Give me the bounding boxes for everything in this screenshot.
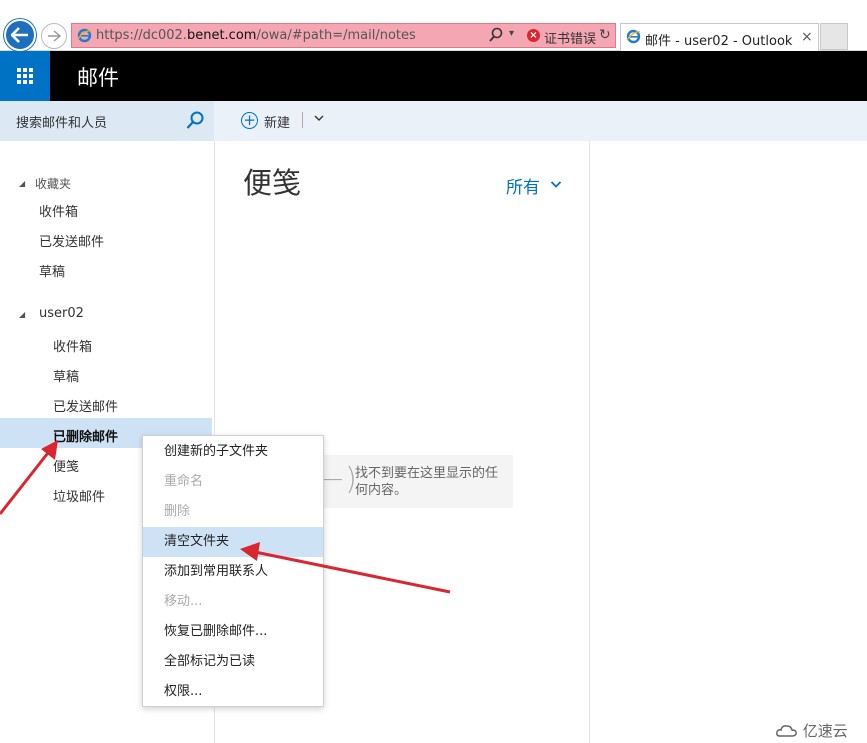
forward-button[interactable] bbox=[41, 23, 67, 49]
forward-arrow-icon bbox=[48, 30, 61, 42]
menu-item-rename: 重命名 bbox=[164, 474, 204, 489]
menu-item-recover-deleted[interactable]: 恢复已删除邮件... bbox=[143, 617, 323, 647]
favorites-item-inbox[interactable]: 收件箱 bbox=[39, 201, 78, 220]
refresh-icon[interactable]: ↻ bbox=[599, 27, 611, 43]
mailbox-header[interactable]: user02 bbox=[39, 306, 84, 321]
folder-sent[interactable]: 已发送邮件 bbox=[53, 396, 118, 415]
tab-title: 邮件 - user02 - Outlook bbox=[645, 34, 793, 49]
tab-close-icon[interactable]: × bbox=[801, 29, 813, 45]
back-arrow-icon bbox=[11, 27, 28, 43]
command-separator bbox=[302, 112, 303, 128]
back-button[interactable] bbox=[4, 19, 36, 51]
folder-inbox[interactable]: 收件箱 bbox=[53, 336, 92, 355]
collapse-triangle-icon[interactable]: ◢ bbox=[19, 179, 25, 188]
address-dropdown-icon[interactable]: ▾ bbox=[509, 28, 514, 39]
browser-toolbar: https://dc002.benet.com/owa/#path=/mail/… bbox=[0, 0, 867, 51]
address-bar[interactable]: https://dc002.benet.com/owa/#path=/mail/… bbox=[71, 23, 616, 48]
favorites-header[interactable]: 收藏夹 bbox=[35, 175, 71, 192]
watermark: 亿速云 bbox=[776, 720, 848, 741]
watermark-text: 亿速云 bbox=[802, 722, 848, 740]
app-title: 邮件 bbox=[77, 66, 119, 90]
folder-drafts[interactable]: 草稿 bbox=[53, 366, 79, 385]
url-text: https://dc002.benet.com/owa/#path=/mail/… bbox=[96, 28, 416, 43]
plus-icon: + bbox=[241, 112, 258, 129]
filter-dropdown[interactable]: 所有 bbox=[506, 173, 540, 198]
cert-error-label[interactable]: 证书错误 bbox=[544, 28, 596, 47]
folder-deleted[interactable]: 已删除邮件 bbox=[53, 426, 118, 445]
cert-error-icon[interactable]: × bbox=[527, 29, 540, 42]
menu-item-empty-folder[interactable]: 清空文件夹 bbox=[143, 527, 323, 557]
folder-notes[interactable]: 便笺 bbox=[53, 456, 79, 475]
browser-tab[interactable]: 邮件 - user02 - Outlook × bbox=[620, 23, 819, 51]
new-tab-button[interactable] bbox=[820, 23, 848, 50]
chevron-down-icon[interactable] bbox=[313, 113, 325, 123]
menu-item-delete: 删除 bbox=[164, 504, 191, 519]
collapse-triangle-icon[interactable]: ◢ bbox=[19, 310, 25, 319]
menu-item-add-to-favorites[interactable]: 添加到常用联系人 bbox=[143, 557, 323, 587]
menu-item-mark-all-read[interactable]: 全部标记为已读 bbox=[143, 647, 323, 677]
search-icon[interactable] bbox=[489, 27, 503, 43]
page-title: 便笺 bbox=[243, 166, 302, 200]
menu-item-move: 移动... bbox=[164, 594, 203, 609]
pane-divider bbox=[589, 141, 590, 743]
menu-item-permissions[interactable]: 权限... bbox=[143, 677, 323, 707]
new-button-label: 新建 bbox=[264, 116, 291, 131]
favorites-item-drafts[interactable]: 草稿 bbox=[39, 261, 65, 280]
waffle-icon bbox=[17, 68, 33, 84]
favorites-item-sent[interactable]: 已发送邮件 bbox=[39, 231, 104, 250]
folder-junk[interactable]: 垃圾邮件 bbox=[53, 486, 105, 505]
app-header: 邮件 bbox=[0, 51, 867, 101]
empty-state: −) 找不到要在这里显示的任何内容。 bbox=[310, 455, 513, 508]
chevron-down-icon[interactable] bbox=[550, 180, 562, 189]
menu-item-new-subfolder[interactable]: 创建新的子文件夹 bbox=[143, 437, 323, 467]
ie-logo-icon bbox=[626, 29, 641, 44]
search-icon[interactable] bbox=[186, 111, 204, 130]
context-menu: 创建新的子文件夹 重命名 删除 清空文件夹 添加到常用联系人 移动... 恢复已… bbox=[142, 435, 324, 707]
search-input[interactable]: 搜索邮件和人员 bbox=[0, 101, 214, 141]
empty-state-icon: −) bbox=[320, 462, 357, 497]
app-launcher-button[interactable] bbox=[0, 51, 50, 101]
ie-logo-icon bbox=[77, 28, 92, 43]
search-placeholder: 搜索邮件和人员 bbox=[16, 116, 108, 131]
empty-state-message: 找不到要在这里显示的任何内容。 bbox=[355, 466, 499, 498]
cloud-logo-icon bbox=[776, 725, 797, 737]
